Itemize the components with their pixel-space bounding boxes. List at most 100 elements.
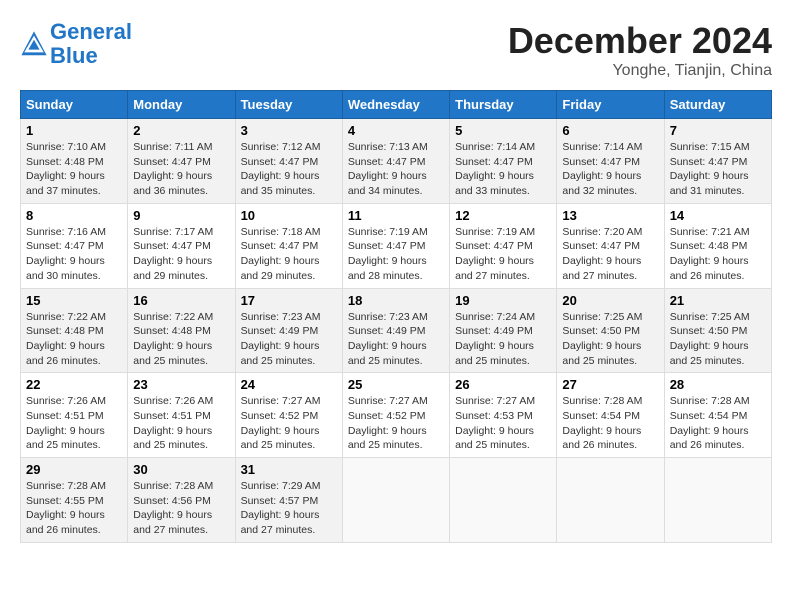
calendar-cell: 5 Sunrise: 7:14 AMSunset: 4:47 PMDayligh… [450, 119, 557, 204]
calendar-cell: 2 Sunrise: 7:11 AMSunset: 4:47 PMDayligh… [128, 119, 235, 204]
day-number: 4 [348, 123, 444, 138]
day-number: 6 [562, 123, 658, 138]
calendar-table: SundayMondayTuesdayWednesdayThursdayFrid… [20, 90, 772, 543]
day-info: Sunrise: 7:26 AMSunset: 4:51 PMDaylight:… [133, 395, 213, 451]
calendar-cell: 16 Sunrise: 7:22 AMSunset: 4:48 PMDaylig… [128, 288, 235, 373]
calendar-week-row: 29 Sunrise: 7:28 AMSunset: 4:55 PMDaylig… [21, 458, 772, 543]
logo: General Blue [20, 20, 132, 68]
day-number: 29 [26, 462, 122, 477]
calendar-cell: 7 Sunrise: 7:15 AMSunset: 4:47 PMDayligh… [664, 119, 771, 204]
calendar-cell [342, 458, 449, 543]
day-info: Sunrise: 7:20 AMSunset: 4:47 PMDaylight:… [562, 226, 642, 282]
day-number: 27 [562, 377, 658, 392]
day-number: 23 [133, 377, 229, 392]
day-number: 31 [241, 462, 337, 477]
day-info: Sunrise: 7:28 AMSunset: 4:56 PMDaylight:… [133, 480, 213, 536]
day-number: 12 [455, 208, 551, 223]
day-info: Sunrise: 7:25 AMSunset: 4:50 PMDaylight:… [562, 311, 642, 367]
calendar-cell: 25 Sunrise: 7:27 AMSunset: 4:52 PMDaylig… [342, 373, 449, 458]
day-info: Sunrise: 7:28 AMSunset: 4:54 PMDaylight:… [670, 395, 750, 451]
day-info: Sunrise: 7:19 AMSunset: 4:47 PMDaylight:… [455, 226, 535, 282]
day-of-week-header: Tuesday [235, 91, 342, 119]
day-info: Sunrise: 7:23 AMSunset: 4:49 PMDaylight:… [241, 311, 321, 367]
page-header: General Blue December 2024 Yonghe, Tianj… [20, 20, 772, 80]
day-info: Sunrise: 7:22 AMSunset: 4:48 PMDaylight:… [133, 311, 213, 367]
day-of-week-header: Thursday [450, 91, 557, 119]
day-info: Sunrise: 7:28 AMSunset: 4:55 PMDaylight:… [26, 480, 106, 536]
day-number: 5 [455, 123, 551, 138]
calendar-cell: 12 Sunrise: 7:19 AMSunset: 4:47 PMDaylig… [450, 203, 557, 288]
day-info: Sunrise: 7:21 AMSunset: 4:48 PMDaylight:… [670, 226, 750, 282]
calendar-cell: 14 Sunrise: 7:21 AMSunset: 4:48 PMDaylig… [664, 203, 771, 288]
day-number: 28 [670, 377, 766, 392]
calendar-week-row: 15 Sunrise: 7:22 AMSunset: 4:48 PMDaylig… [21, 288, 772, 373]
logo-icon [20, 30, 48, 58]
calendar-cell: 6 Sunrise: 7:14 AMSunset: 4:47 PMDayligh… [557, 119, 664, 204]
calendar-week-row: 1 Sunrise: 7:10 AMSunset: 4:48 PMDayligh… [21, 119, 772, 204]
calendar-cell: 30 Sunrise: 7:28 AMSunset: 4:56 PMDaylig… [128, 458, 235, 543]
day-number: 7 [670, 123, 766, 138]
day-info: Sunrise: 7:18 AMSunset: 4:47 PMDaylight:… [241, 226, 321, 282]
calendar-cell: 10 Sunrise: 7:18 AMSunset: 4:47 PMDaylig… [235, 203, 342, 288]
day-of-week-header: Saturday [664, 91, 771, 119]
day-info: Sunrise: 7:27 AMSunset: 4:52 PMDaylight:… [241, 395, 321, 451]
day-of-week-header: Monday [128, 91, 235, 119]
location: Yonghe, Tianjin, China [508, 62, 772, 80]
calendar-cell: 19 Sunrise: 7:24 AMSunset: 4:49 PMDaylig… [450, 288, 557, 373]
day-number: 22 [26, 377, 122, 392]
day-info: Sunrise: 7:28 AMSunset: 4:54 PMDaylight:… [562, 395, 642, 451]
calendar-cell: 20 Sunrise: 7:25 AMSunset: 4:50 PMDaylig… [557, 288, 664, 373]
calendar-cell: 15 Sunrise: 7:22 AMSunset: 4:48 PMDaylig… [21, 288, 128, 373]
calendar-cell: 28 Sunrise: 7:28 AMSunset: 4:54 PMDaylig… [664, 373, 771, 458]
day-number: 24 [241, 377, 337, 392]
day-number: 1 [26, 123, 122, 138]
day-info: Sunrise: 7:14 AMSunset: 4:47 PMDaylight:… [455, 141, 535, 197]
calendar-cell: 9 Sunrise: 7:17 AMSunset: 4:47 PMDayligh… [128, 203, 235, 288]
calendar-cell [664, 458, 771, 543]
day-of-week-header: Friday [557, 91, 664, 119]
calendar-cell: 21 Sunrise: 7:25 AMSunset: 4:50 PMDaylig… [664, 288, 771, 373]
calendar-cell: 11 Sunrise: 7:19 AMSunset: 4:47 PMDaylig… [342, 203, 449, 288]
day-info: Sunrise: 7:29 AMSunset: 4:57 PMDaylight:… [241, 480, 321, 536]
day-number: 3 [241, 123, 337, 138]
day-info: Sunrise: 7:23 AMSunset: 4:49 PMDaylight:… [348, 311, 428, 367]
calendar-cell: 17 Sunrise: 7:23 AMSunset: 4:49 PMDaylig… [235, 288, 342, 373]
day-number: 20 [562, 293, 658, 308]
logo-line1: General [50, 19, 132, 44]
calendar-cell: 23 Sunrise: 7:26 AMSunset: 4:51 PMDaylig… [128, 373, 235, 458]
day-info: Sunrise: 7:25 AMSunset: 4:50 PMDaylight:… [670, 311, 750, 367]
day-info: Sunrise: 7:22 AMSunset: 4:48 PMDaylight:… [26, 311, 106, 367]
day-number: 18 [348, 293, 444, 308]
day-number: 10 [241, 208, 337, 223]
day-number: 2 [133, 123, 229, 138]
calendar-cell: 18 Sunrise: 7:23 AMSunset: 4:49 PMDaylig… [342, 288, 449, 373]
calendar-cell: 1 Sunrise: 7:10 AMSunset: 4:48 PMDayligh… [21, 119, 128, 204]
day-number: 14 [670, 208, 766, 223]
day-info: Sunrise: 7:10 AMSunset: 4:48 PMDaylight:… [26, 141, 106, 197]
day-number: 9 [133, 208, 229, 223]
day-number: 15 [26, 293, 122, 308]
day-of-week-header: Wednesday [342, 91, 449, 119]
day-info: Sunrise: 7:12 AMSunset: 4:47 PMDaylight:… [241, 141, 321, 197]
calendar-cell [450, 458, 557, 543]
day-number: 13 [562, 208, 658, 223]
day-number: 21 [670, 293, 766, 308]
calendar-cell: 27 Sunrise: 7:28 AMSunset: 4:54 PMDaylig… [557, 373, 664, 458]
calendar-cell: 8 Sunrise: 7:16 AMSunset: 4:47 PMDayligh… [21, 203, 128, 288]
calendar-cell: 13 Sunrise: 7:20 AMSunset: 4:47 PMDaylig… [557, 203, 664, 288]
calendar-cell: 29 Sunrise: 7:28 AMSunset: 4:55 PMDaylig… [21, 458, 128, 543]
day-info: Sunrise: 7:27 AMSunset: 4:52 PMDaylight:… [348, 395, 428, 451]
calendar-header-row: SundayMondayTuesdayWednesdayThursdayFrid… [21, 91, 772, 119]
calendar-week-row: 22 Sunrise: 7:26 AMSunset: 4:51 PMDaylig… [21, 373, 772, 458]
day-number: 8 [26, 208, 122, 223]
day-info: Sunrise: 7:16 AMSunset: 4:47 PMDaylight:… [26, 226, 106, 282]
month-title: December 2024 [508, 20, 772, 62]
calendar-cell: 26 Sunrise: 7:27 AMSunset: 4:53 PMDaylig… [450, 373, 557, 458]
calendar-body: 1 Sunrise: 7:10 AMSunset: 4:48 PMDayligh… [21, 119, 772, 543]
calendar-cell: 4 Sunrise: 7:13 AMSunset: 4:47 PMDayligh… [342, 119, 449, 204]
day-info: Sunrise: 7:11 AMSunset: 4:47 PMDaylight:… [133, 141, 212, 197]
day-number: 19 [455, 293, 551, 308]
logo-line2: Blue [50, 43, 98, 68]
day-info: Sunrise: 7:15 AMSunset: 4:47 PMDaylight:… [670, 141, 750, 197]
day-number: 25 [348, 377, 444, 392]
